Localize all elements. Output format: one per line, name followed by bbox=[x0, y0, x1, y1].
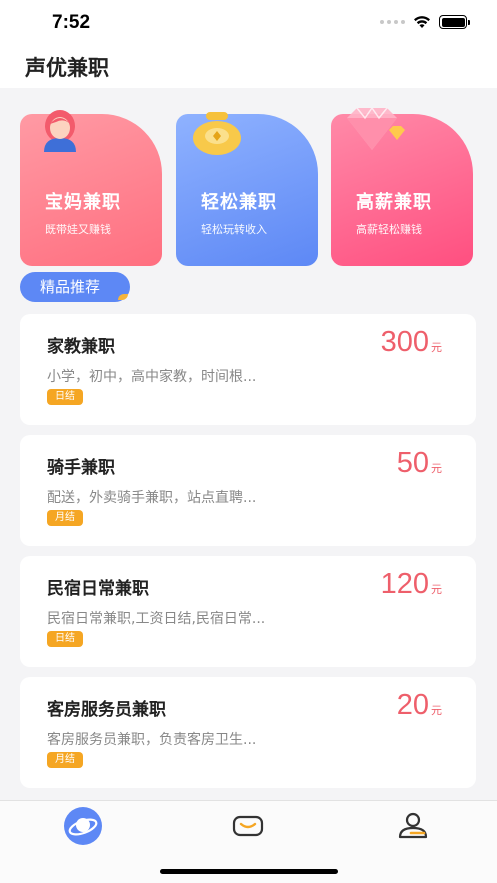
settlement-tag: 月结 bbox=[47, 752, 83, 768]
job-description: 小学，初中，高中家教，时间根... bbox=[47, 369, 257, 385]
category-title: 宝妈兼职 bbox=[45, 192, 121, 213]
cellular-signal-icon bbox=[380, 20, 405, 24]
settlement-tag: 日结 bbox=[47, 631, 83, 647]
category-card-high-pay[interactable]: 高薪兼职 高薪轻松赚钱 bbox=[331, 108, 473, 266]
job-card[interactable]: 民宿日常兼职 民宿日常兼职,工资日结,民宿日常... 日结 120 元 bbox=[20, 556, 476, 667]
pay-amount: 50 bbox=[396, 447, 429, 479]
job-card[interactable]: 骑手兼职 配送，外卖骑手兼职，站点直聘... 月结 50 元 bbox=[20, 435, 476, 546]
job-title: 骑手兼职 bbox=[47, 458, 115, 478]
job-title: 民宿日常兼职 bbox=[47, 579, 149, 599]
diamond-icon bbox=[347, 108, 405, 150]
category-title: 轻松兼职 bbox=[201, 192, 277, 213]
page-title: 声优兼职 bbox=[25, 56, 109, 80]
pay-unit: 元 bbox=[431, 583, 442, 596]
mother-avatar-icon bbox=[44, 110, 76, 152]
planet-icon bbox=[64, 807, 102, 845]
job-description: 客房服务员兼职，负责客房卫生... bbox=[47, 732, 257, 748]
settlement-tag: 日结 bbox=[47, 389, 83, 405]
message-icon bbox=[232, 815, 264, 837]
category-card-easy[interactable]: 轻松兼职 轻松玩转收入 bbox=[176, 112, 318, 266]
job-pay: 20 元 bbox=[397, 689, 442, 722]
money-bag-icon bbox=[193, 112, 241, 155]
category-subtitle: 高薪轻松赚钱 bbox=[356, 223, 422, 236]
job-pay: 50 元 bbox=[397, 447, 442, 480]
category-title: 高薪兼职 bbox=[356, 192, 432, 213]
pay-unit: 元 bbox=[431, 704, 442, 717]
job-title: 家教兼职 bbox=[47, 337, 115, 357]
home-indicator bbox=[160, 869, 338, 874]
job-pay: 300 元 bbox=[381, 326, 442, 359]
tab-messages[interactable] bbox=[218, 801, 278, 851]
pay-unit: 元 bbox=[431, 341, 442, 354]
pay-amount: 120 bbox=[380, 568, 429, 600]
pay-amount: 300 bbox=[380, 326, 429, 358]
job-title: 客房服务员兼职 bbox=[47, 700, 166, 720]
job-card[interactable]: 家教兼职 小学，初中，高中家教，时间根... 日结 300 元 bbox=[20, 314, 476, 425]
pay-unit: 元 bbox=[431, 462, 442, 475]
status-time: 7:52 bbox=[52, 12, 91, 33]
featured-section-label: 精品推荐 bbox=[20, 272, 130, 302]
category-subtitle: 轻松玩转收入 bbox=[201, 223, 267, 236]
profile-icon bbox=[398, 812, 428, 839]
wifi-icon bbox=[414, 16, 430, 28]
settlement-tag: 月结 bbox=[47, 510, 83, 526]
category-card-mom[interactable]: 宝妈兼职 既带娃又赚钱 bbox=[20, 110, 162, 266]
pay-amount: 20 bbox=[396, 689, 429, 721]
status-icons bbox=[380, 15, 470, 29]
category-cards: 宝妈兼职 既带娃又赚钱 轻松兼职 轻松玩转收入 高薪兼职 高薪轻松赚钱 bbox=[20, 108, 477, 266]
job-description: 配送，外卖骑手兼职，站点直聘... bbox=[47, 490, 257, 506]
category-subtitle: 既带娃又赚钱 bbox=[45, 223, 111, 236]
job-card[interactable]: 客房服务员兼职 客房服务员兼职，负责客房卫生... 月结 20 元 bbox=[20, 677, 476, 788]
battery-icon bbox=[439, 15, 470, 29]
status-bar: 7:52 bbox=[0, 0, 497, 46]
nav-bar: 声优兼职 bbox=[0, 46, 497, 88]
job-pay: 120 元 bbox=[381, 568, 442, 601]
tab-home[interactable] bbox=[53, 801, 113, 851]
job-description: 民宿日常兼职,工资日结,民宿日常... bbox=[47, 611, 266, 627]
tab-profile[interactable] bbox=[383, 801, 443, 851]
